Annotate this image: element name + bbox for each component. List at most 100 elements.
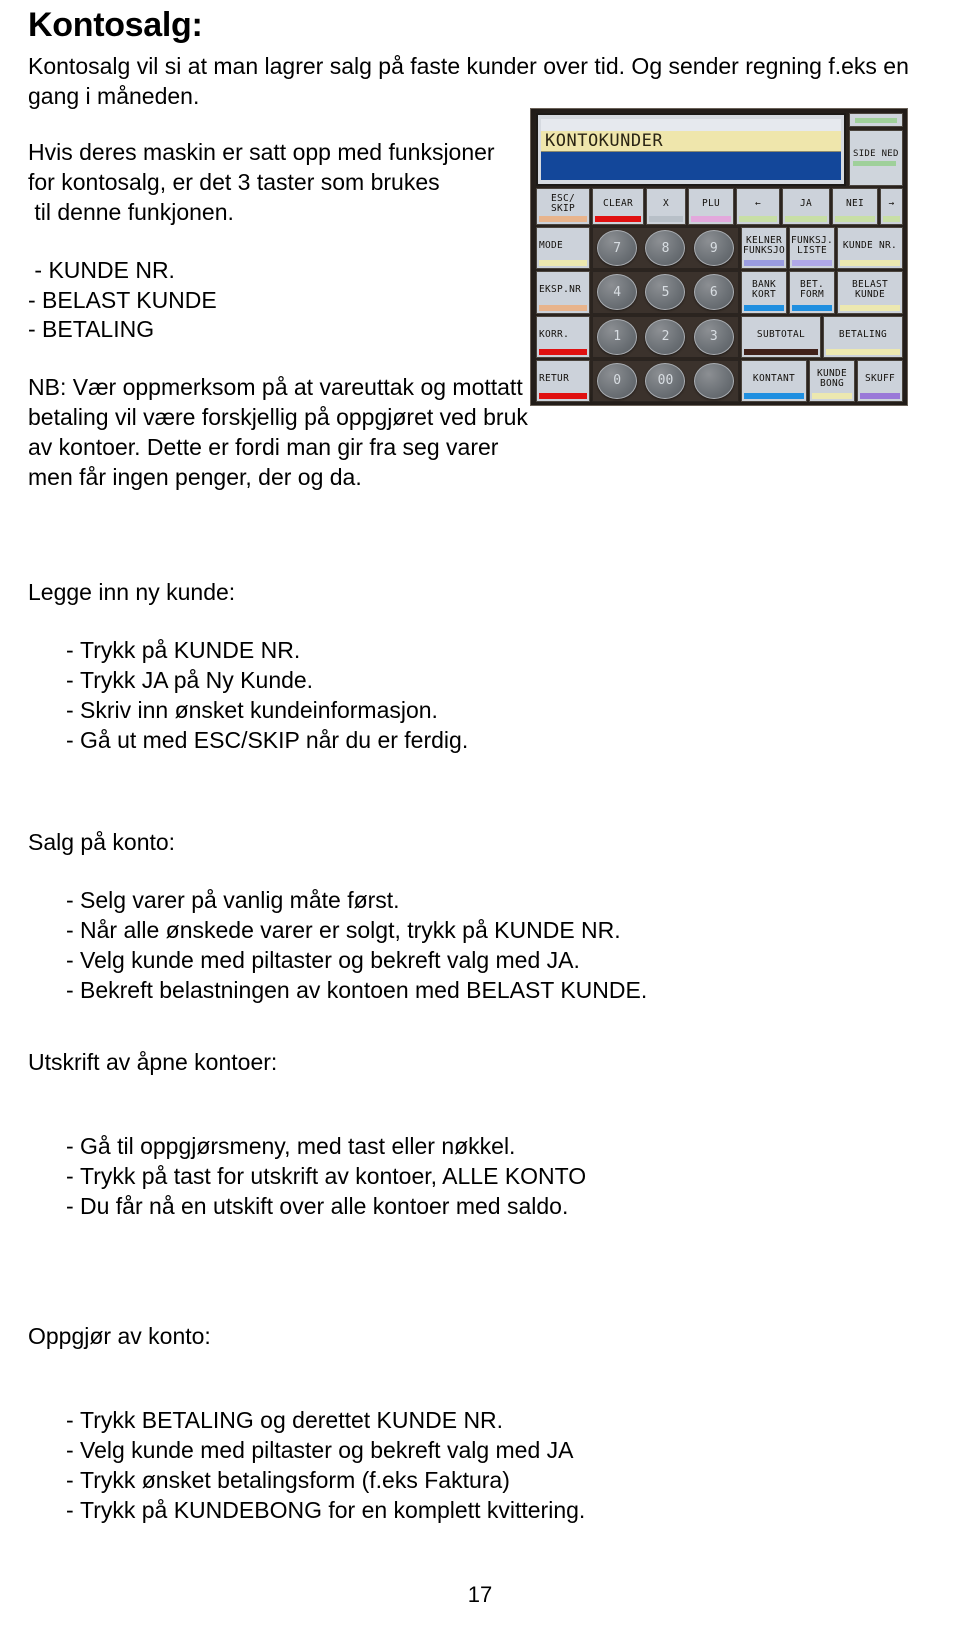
nb-line-4: men får ingen penger, der og da. bbox=[28, 464, 362, 491]
key-bankkort-label: BANK KORT bbox=[751, 279, 777, 301]
key-betalingsform[interactable]: BET. FORM bbox=[789, 271, 835, 314]
key-fn-x[interactable]: X bbox=[646, 187, 686, 226]
led-indicator bbox=[840, 260, 900, 267]
key-kelner-funksjon[interactable]: KELNER FUNKSJO bbox=[741, 227, 787, 270]
led-indicator bbox=[835, 216, 875, 223]
key-label: ← bbox=[754, 198, 762, 210]
numpad-key-4[interactable]: 4 bbox=[597, 274, 638, 311]
key-side-ned[interactable]: SIDE NED bbox=[849, 130, 903, 186]
key-fn-[interactable]: ← bbox=[736, 187, 780, 226]
list-item-text: Trykk ønsket betalingsform (f.eks Faktur… bbox=[80, 1466, 510, 1493]
led-indicator bbox=[826, 348, 900, 355]
key-fn-ja[interactable]: JA bbox=[782, 187, 830, 226]
numpad-key-9[interactable]: 9 bbox=[693, 230, 734, 267]
led-indicator bbox=[539, 304, 587, 311]
bullet-marker: - bbox=[66, 1192, 74, 1219]
key-fn-esc-skip[interactable]: ESC/ SKIP bbox=[536, 187, 590, 226]
key-label: JA bbox=[799, 198, 813, 210]
setup-line-2: for kontosalg, er det 3 taster som bruke… bbox=[28, 168, 440, 195]
section-bullet-list: - Trykk på KUNDE NR. - Trykk JA på Ny Kund… bbox=[28, 636, 648, 756]
section-bullet-list: - Trykk BETALING og derettet KUNDE NR. -V… bbox=[28, 1406, 728, 1526]
led-indicator bbox=[744, 348, 818, 355]
numpad-key-00[interactable]: 00 bbox=[645, 362, 686, 399]
numpad-row-789[interactable]: 789 bbox=[592, 227, 739, 270]
list-item: - Trykk på KUNDE NR. bbox=[28, 636, 648, 666]
key-fn-plu[interactable]: PLU bbox=[688, 187, 734, 226]
bullet-marker: - bbox=[66, 916, 74, 943]
key-kunde-nr[interactable]: KUNDE NR. bbox=[837, 227, 903, 270]
numpad-row-0[interactable]: 000. bbox=[592, 359, 739, 403]
list-item: - Trykk ønsket betalingsform (f.eks Faktu… bbox=[28, 1466, 728, 1496]
list-item: - Du får nå en utskift over alle kontoer … bbox=[28, 1192, 708, 1222]
document-page: Kontosalg: Kontosalg vil si at man lagre… bbox=[0, 0, 960, 1628]
key-fn-clear[interactable]: CLEAR bbox=[592, 187, 644, 226]
intro-line-1: Kontosalg vil si at man lagrer salg på f… bbox=[28, 53, 909, 79]
key-kundebong[interactable]: KUNDE BONG bbox=[809, 359, 855, 403]
numpad-key-0[interactable]: 0 bbox=[597, 362, 638, 399]
pos-display: KONTOKUNDER bbox=[536, 113, 846, 186]
led-indicator bbox=[539, 216, 587, 223]
led-indicator bbox=[792, 304, 832, 311]
key-eksp-nr[interactable]: EKSP.NR bbox=[536, 271, 590, 314]
key-kontant[interactable]: KONTANT bbox=[741, 359, 807, 403]
key-fn-[interactable]: → bbox=[880, 187, 903, 226]
list-item: - Bekreft belastningen av kontoen med BEL… bbox=[28, 976, 708, 1006]
list-item-text: Du får nå en utskift over alle kontoer m… bbox=[80, 1192, 569, 1219]
list-item-text: Trykk JA på Ny Kunde. bbox=[80, 666, 314, 693]
list-item: - Velg kunde med piltaster og bekreft val… bbox=[28, 1436, 728, 1466]
key-korr-label: KORR. bbox=[539, 328, 570, 340]
bullet-marker: - bbox=[66, 886, 74, 913]
bullet-marker: - bbox=[66, 976, 74, 1003]
led-indicator bbox=[860, 393, 900, 400]
led-indicator bbox=[853, 161, 897, 167]
key-betaling-label: BETALING bbox=[838, 328, 888, 340]
key-mode-label: MODE bbox=[539, 240, 564, 252]
numpad-key-5[interactable]: 5 bbox=[645, 274, 686, 311]
key-subtotal[interactable]: SUBTOTAL bbox=[741, 315, 821, 358]
numpad-key-7[interactable]: 7 bbox=[597, 230, 638, 267]
list-item-text: Velg kunde med piltaster og bekreft valg… bbox=[80, 1436, 574, 1463]
numpad-key-1[interactable]: 1 bbox=[597, 318, 638, 355]
list-item-text: Trykk på KUNDE NR. bbox=[80, 636, 301, 663]
key-funksjonsliste[interactable]: FUNKSJ. LISTE bbox=[789, 227, 835, 270]
key-kontant-label: KONTANT bbox=[752, 372, 796, 384]
numpad-key-3[interactable]: 3 bbox=[693, 318, 734, 355]
led-indicator bbox=[595, 216, 641, 223]
key-kundebong-label: KUNDE BONG bbox=[816, 367, 848, 389]
display-blank-band bbox=[541, 119, 841, 131]
key-label: PLU bbox=[701, 198, 721, 210]
key-kelner-funksjon-label: KELNER FUNKSJO bbox=[742, 235, 786, 257]
numpad-key-2[interactable]: 2 bbox=[645, 318, 686, 355]
numpad-key-6[interactable]: 6 bbox=[693, 274, 734, 311]
key-bankkort[interactable]: BANK KORT bbox=[741, 271, 787, 314]
bullet-marker: - bbox=[66, 1466, 74, 1493]
numpad-key-8[interactable]: 8 bbox=[645, 230, 686, 267]
key-korr[interactable]: KORR. bbox=[536, 315, 590, 358]
intro-paragraph: Kontosalg vil si at man lagrer salg på f… bbox=[28, 52, 934, 112]
page-title: Kontosalg: bbox=[28, 6, 203, 44]
list-item-text: Bekreft belastningen av kontoen med BELA… bbox=[80, 976, 648, 1003]
numpad-row-456[interactable]: 456 bbox=[592, 271, 739, 314]
key-skuff[interactable]: SKUFF bbox=[857, 359, 903, 403]
key-item-betaling: - BETALING bbox=[28, 316, 155, 343]
bullet-marker: - bbox=[66, 1436, 74, 1463]
list-item: - Velg kunde med piltaster og bekreft val… bbox=[28, 946, 708, 976]
list-item-text: Trykk på tast for utskrift av kontoer, A… bbox=[80, 1162, 587, 1189]
key-skuff-label: SKUFF bbox=[864, 372, 896, 384]
key-betaling[interactable]: BETALING bbox=[823, 315, 903, 358]
side-strip-top bbox=[849, 113, 903, 127]
numpad-row-123[interactable]: 123 bbox=[592, 315, 739, 358]
numpad-key-blank[interactable]: . bbox=[693, 362, 734, 399]
key-mode[interactable]: MODE bbox=[536, 227, 590, 270]
led-indicator bbox=[539, 260, 587, 267]
key-retur[interactable]: RETUR bbox=[536, 359, 590, 403]
list-item: - Trykk BETALING og derettet KUNDE NR. bbox=[28, 1406, 728, 1436]
key-belast-kunde[interactable]: BELAST KUNDE bbox=[837, 271, 903, 314]
key-side-ned-label: SIDE NED bbox=[853, 149, 899, 160]
key-fn-nei[interactable]: NEI bbox=[832, 187, 878, 226]
section-utskrift-av-apne-kontoer: Utskrift av åpne kontoer: - Gå til oppgjø… bbox=[28, 1048, 708, 1222]
led-indicator bbox=[649, 216, 683, 223]
key-funksjonsliste-label: FUNKSJ. LISTE bbox=[790, 235, 834, 257]
